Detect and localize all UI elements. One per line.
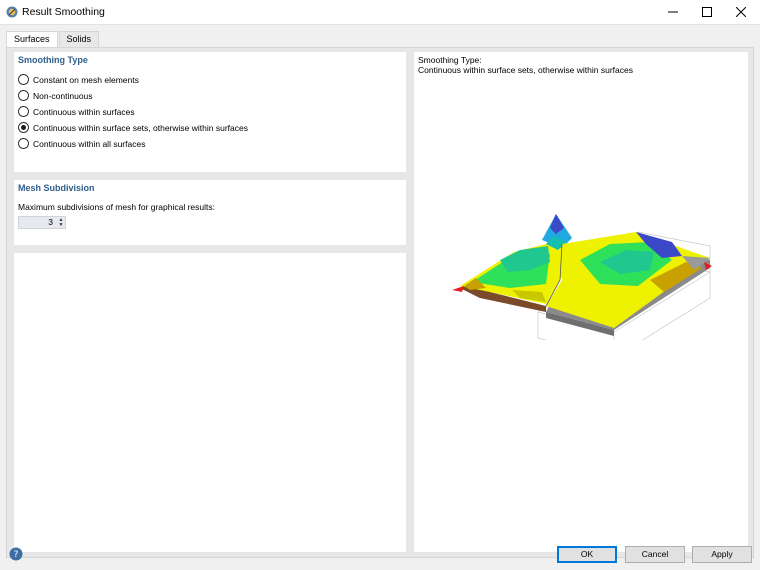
mesh-subdivision-title: Mesh Subdivision: [18, 183, 95, 193]
smoothing-type-title: Smoothing Type: [18, 55, 88, 65]
title-bar: Result Smoothing: [0, 0, 760, 24]
empty-panel: [14, 253, 406, 552]
cancel-button[interactable]: Cancel: [625, 546, 685, 563]
radio-indicator[interactable]: [18, 90, 29, 101]
svg-text:?: ?: [14, 550, 19, 560]
radio-continuous-within-surfaces[interactable]: Continuous within surfaces: [18, 105, 135, 118]
mesh-subdivision-label: Maximum subdivisions of mesh for graphic…: [18, 202, 215, 212]
radio-indicator-selected[interactable]: [18, 122, 29, 133]
preview-title: Smoothing Type:: [418, 55, 482, 65]
apply-button[interactable]: Apply: [692, 546, 752, 563]
radio-label: Continuous within surfaces: [33, 106, 135, 117]
smoothing-preview-image: [452, 214, 712, 340]
close-button[interactable]: [724, 0, 758, 24]
smoothing-type-panel: Smoothing Type Constant on mesh elements…: [14, 52, 406, 172]
radio-continuous-within-surface-sets[interactable]: Continuous within surface sets, otherwis…: [18, 121, 248, 134]
radio-constant-on-mesh-elements[interactable]: Constant on mesh elements: [18, 73, 139, 86]
minimize-button[interactable]: [656, 0, 690, 24]
help-icon: ?: [9, 547, 23, 561]
surface-contour-plot: [452, 214, 712, 336]
maximize-icon: [702, 7, 712, 17]
help-button[interactable]: ?: [8, 546, 24, 562]
mesh-subdivision-panel: Mesh Subdivision Maximum subdivisions of…: [14, 180, 406, 245]
radio-label: Continuous within surface sets, otherwis…: [33, 122, 248, 133]
tab-strip: Surfaces Solids: [6, 31, 100, 48]
tab-solids[interactable]: Solids: [58, 31, 100, 47]
ok-button[interactable]: OK: [557, 546, 617, 563]
radio-non-continuous[interactable]: Non-continuous: [18, 89, 93, 102]
mesh-subdivision-stepper[interactable]: 3 ▲ ▼: [18, 216, 66, 229]
tab-content: Smoothing Type Constant on mesh elements…: [6, 47, 754, 558]
dialog-client-area: Surfaces Solids Smoothing Type Constant …: [0, 24, 760, 570]
stepper-down-icon[interactable]: ▼: [59, 222, 64, 228]
mesh-subdivision-value[interactable]: 3: [19, 217, 57, 228]
radio-indicator[interactable]: [18, 138, 29, 149]
maximize-button[interactable]: [690, 0, 724, 24]
radio-continuous-within-all-surfaces[interactable]: Continuous within all surfaces: [18, 137, 145, 150]
close-icon: [736, 7, 746, 17]
radio-label: Non-continuous: [33, 90, 93, 101]
radio-indicator[interactable]: [18, 74, 29, 85]
preview-smoothing-type: Continuous within surface sets, otherwis…: [418, 65, 633, 75]
app-logo-icon: [6, 6, 18, 18]
radio-label: Continuous within all surfaces: [33, 138, 146, 149]
window-title: Result Smoothing: [22, 6, 105, 18]
radio-label: Constant on mesh elements: [33, 74, 139, 85]
preview-panel: Smoothing Type: Continuous within surfac…: [414, 52, 748, 552]
radio-indicator[interactable]: [18, 106, 29, 117]
stepper-buttons: ▲ ▼: [57, 217, 65, 228]
minimize-icon: [668, 11, 678, 13]
tab-surfaces[interactable]: Surfaces: [6, 31, 58, 48]
